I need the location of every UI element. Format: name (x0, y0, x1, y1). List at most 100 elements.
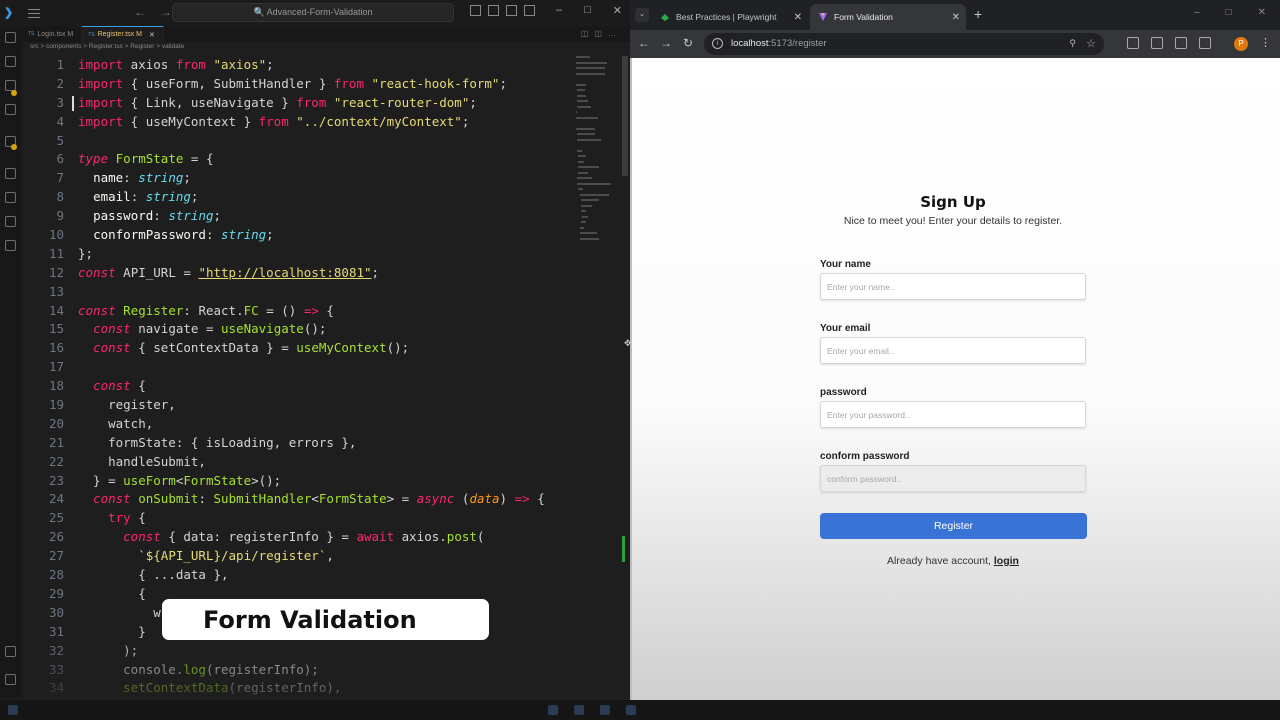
minimap[interactable] (576, 56, 624, 256)
register-button[interactable]: Register (820, 513, 1087, 539)
testing-icon[interactable] (5, 168, 16, 179)
code-line[interactable]: 23 } = useForm<FormState>(); (22, 472, 574, 491)
confirm-password-input[interactable] (820, 465, 1086, 492)
side-panel-icon[interactable] (1199, 37, 1211, 49)
explorer-icon[interactable] (5, 32, 16, 43)
layout-icon[interactable] (470, 5, 481, 16)
code-line[interactable]: 9 password: string; (22, 207, 574, 226)
password-input[interactable] (820, 401, 1086, 428)
close-icon[interactable]: ✕ (613, 4, 622, 17)
taskbar-app-icon[interactable] (574, 705, 584, 715)
resize-handle-icon[interactable]: ✥ (624, 338, 632, 349)
run-debug-icon[interactable] (5, 104, 16, 115)
layout-toggles[interactable] (470, 5, 535, 16)
browser-tab-form-validation[interactable]: Form Validation ✕ (810, 4, 966, 30)
layout-icon[interactable] (506, 5, 517, 16)
code-line[interactable]: 13 (22, 283, 574, 302)
forward-arrow-icon[interactable]: → (660, 36, 672, 50)
tab-search-icon[interactable]: ⌄ (635, 8, 649, 22)
browser-menu-icon[interactable]: ⋮ (1260, 36, 1271, 49)
email-input[interactable] (820, 337, 1086, 364)
code-line[interactable]: 18 const { (22, 377, 574, 396)
maximize-icon[interactable]: □ (1226, 7, 1232, 18)
code-line[interactable]: 12 const API_URL = "http://localhost:8081… (22, 264, 574, 283)
profile-avatar[interactable]: P (1234, 37, 1248, 51)
signup-page: Sign Up Nice to meet you! Enter your det… (630, 58, 1280, 700)
code-line[interactable]: 19 register, (22, 396, 574, 415)
code-line[interactable]: 22 handleSubmit, (22, 453, 574, 472)
code-line[interactable]: 7 name: string; (22, 169, 574, 188)
code-line[interactable]: 4 import { useMyContext } from "../contex… (22, 113, 574, 132)
code-line[interactable]: 21 formState: { isLoading, errors }, (22, 434, 574, 453)
code-line[interactable]: 6 type FormState = { (22, 150, 574, 169)
close-tab-icon[interactable]: ✕ (794, 12, 802, 23)
code-line[interactable]: 11}; (22, 245, 574, 264)
code-line[interactable]: 33 console.log(registerInfo); (22, 661, 574, 680)
extension-icon[interactable] (1151, 37, 1163, 49)
minimize-icon[interactable]: – (556, 4, 562, 17)
window-controls[interactable]: – □ ✕ (556, 4, 622, 17)
name-input[interactable] (820, 273, 1086, 300)
account-icon[interactable] (5, 646, 16, 657)
reload-icon[interactable]: ↻ (683, 36, 693, 50)
code-line[interactable]: 2 import { useForm, SubmitHandler } from … (22, 75, 574, 94)
search-icon[interactable] (5, 56, 16, 67)
url-text[interactable]: localhost:5173/register (731, 38, 827, 49)
code-text: }; (78, 245, 94, 261)
split-divider[interactable] (630, 58, 632, 700)
back-arrow-icon[interactable]: ← (638, 36, 650, 50)
password-key-icon[interactable]: ⚲ (1069, 38, 1076, 49)
login-link[interactable]: login (994, 555, 1019, 567)
minimize-icon[interactable]: – (1194, 7, 1200, 18)
start-icon[interactable] (8, 705, 18, 715)
close-tab-icon[interactable]: ✕ (952, 12, 960, 23)
code-line[interactable]: 20 watch, (22, 415, 574, 434)
maximize-icon[interactable]: □ (584, 4, 591, 17)
settings-gear-icon[interactable] (5, 674, 16, 685)
remote-explorer-icon[interactable] (5, 192, 16, 203)
code-line[interactable]: 32 ); (22, 642, 574, 661)
code-text: `${API_URL}/api/register`, (138, 548, 334, 564)
code-line[interactable]: 15 const navigate = useNavigate(); (22, 320, 574, 339)
layout-icon[interactable] (488, 5, 499, 16)
editor-actions[interactable]: ◫◫… (581, 29, 622, 38)
code-line[interactable]: 8 email: string; (22, 188, 574, 207)
line-number: 16 (48, 340, 64, 356)
layout-icon[interactable] (524, 5, 535, 16)
browser-window-controls[interactable]: – □ ✕ (1194, 7, 1266, 18)
code-line[interactable]: 5 (22, 132, 574, 151)
tab-login-tsx[interactable]: TS Login.tsx M (22, 26, 83, 42)
breadcrumb[interactable]: src > components > Register.tsx > Regist… (30, 43, 184, 55)
new-tab-icon[interactable]: + (974, 6, 982, 22)
code-line[interactable]: 24 const onSubmit: SubmitHandler<FormSta… (22, 490, 574, 509)
taskbar-app-icon[interactable] (600, 705, 610, 715)
site-info-icon[interactable]: i (712, 38, 723, 49)
puzzle-icon[interactable] (1175, 37, 1187, 49)
code-line[interactable]: 25 try { (22, 509, 574, 528)
code-line[interactable]: 1 import axios from "axios"; (22, 56, 574, 75)
code-line[interactable]: 10 conformPassword: string; (22, 226, 574, 245)
tab-register-tsx[interactable]: TS Register.tsx M ✕ (82, 26, 164, 42)
taskbar-app-icon[interactable] (626, 705, 636, 715)
code-line[interactable]: 28 { ...data }, (22, 566, 574, 585)
browser-tab-playwright[interactable]: Best Practices | Playwright ✕ (652, 4, 808, 30)
code-line[interactable]: 26 const { data: registerInfo } = await … (22, 528, 574, 547)
code-line[interactable]: 34 setContextData(registerInfo), (22, 679, 574, 698)
bookmark-star-icon[interactable]: ☆ (1086, 37, 1096, 50)
accounts-icon[interactable] (5, 240, 16, 251)
command-center-search[interactable]: 🔍 Advanced-Form-Validation (172, 3, 454, 22)
code-line[interactable]: 14 const Register: React.FC = () => { (22, 302, 574, 321)
address-bar[interactable]: i localhost:5173/register ⚲ ☆ (704, 33, 1104, 55)
code-line[interactable]: 17 (22, 358, 574, 377)
code-line[interactable]: 16 const { setContextData } = useMyConte… (22, 339, 574, 358)
code-line[interactable]: 27 `${API_URL}/api/register`, (22, 547, 574, 566)
close-tab-icon[interactable]: ✕ (149, 31, 155, 39)
menu-icon[interactable] (28, 8, 40, 18)
code-line[interactable]: 3 import { Link, useNavigate } from "reac… (22, 94, 574, 113)
copilot-icon[interactable] (5, 216, 16, 227)
eyedropper-icon[interactable] (1127, 37, 1139, 49)
editor-scrollbar[interactable] (622, 56, 628, 176)
taskbar-app-icon[interactable] (548, 705, 558, 715)
close-icon[interactable]: ✕ (1258, 7, 1266, 18)
line-number: 21 (48, 434, 64, 450)
